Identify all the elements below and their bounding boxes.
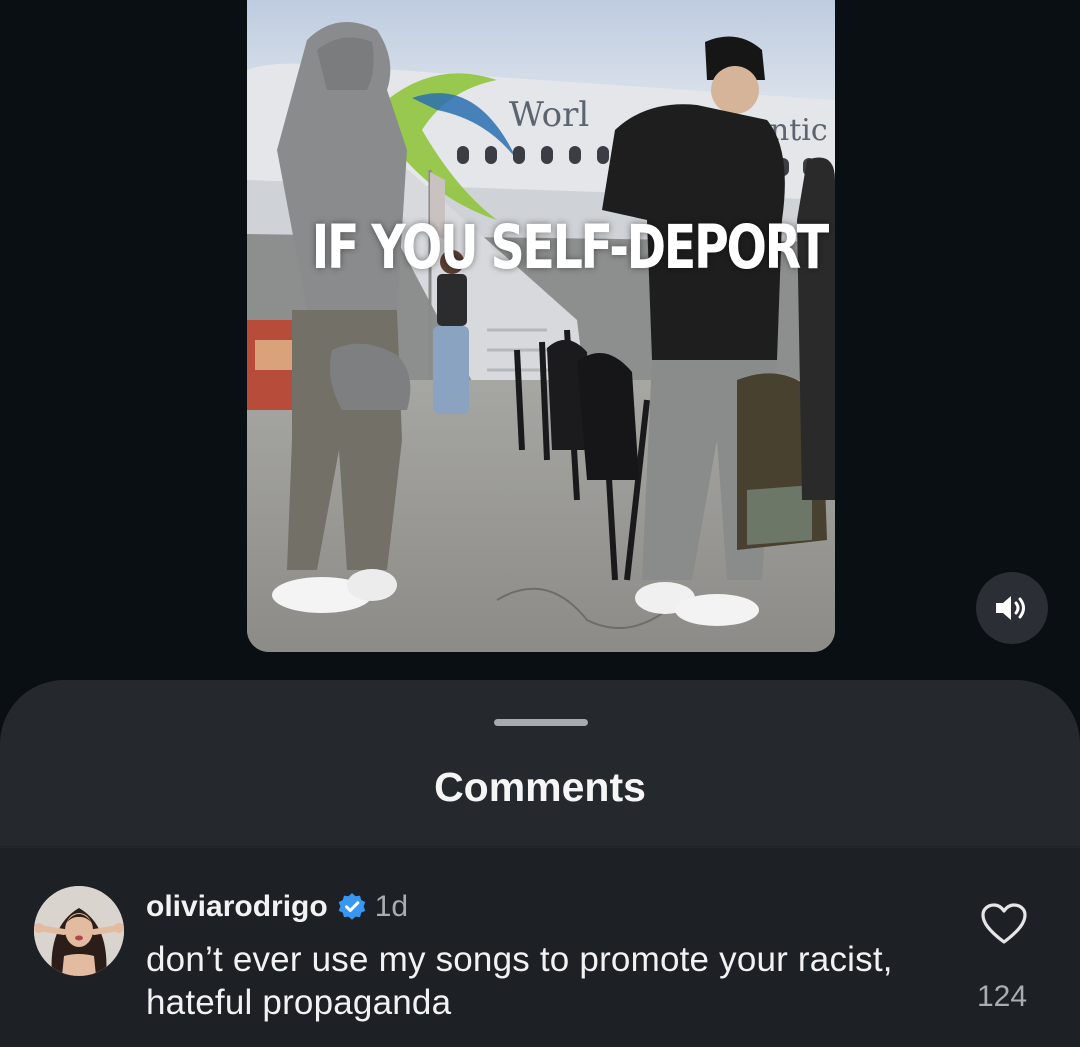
comment-timestamp: 1d [374, 890, 409, 923]
comments-title: Comments [434, 764, 646, 810]
speaker-icon [996, 596, 1025, 620]
avatar-image [34, 886, 124, 976]
comment-username[interactable]: oliviarodrigo [146, 890, 328, 924]
video-caption: IF YOU SELF-DEPORT [311, 212, 830, 283]
avatar[interactable] [34, 886, 124, 976]
volume-button[interactable] [976, 572, 1048, 644]
comment-header: oliviarodrigo 1d [146, 890, 408, 924]
heart-icon [981, 903, 1027, 944]
like-count: 124 [976, 980, 1028, 1013]
verified-badge-icon [338, 893, 365, 920]
divider [0, 846, 1080, 847]
video-frame-image: Worl antic [247, 0, 835, 652]
sheet-drag-handle[interactable] [494, 719, 588, 726]
reel-screen: Worl antic IF YOU SELF-DEPORT Comments o… [0, 0, 1080, 1047]
like-button[interactable] [980, 902, 1028, 946]
comment-item[interactable]: oliviarodrigo 1d don’t ever use my songs… [0, 848, 1080, 1047]
svg-text:Worl: Worl [509, 95, 589, 135]
reel-video[interactable]: Worl antic IF YOU SELF-DEPORT [247, 0, 835, 652]
comments-sheet: Comments oliviarodrigo 1d don’t ever use… [0, 680, 1080, 1047]
comment-text: don’t ever use my songs to promote your … [146, 940, 893, 1022]
